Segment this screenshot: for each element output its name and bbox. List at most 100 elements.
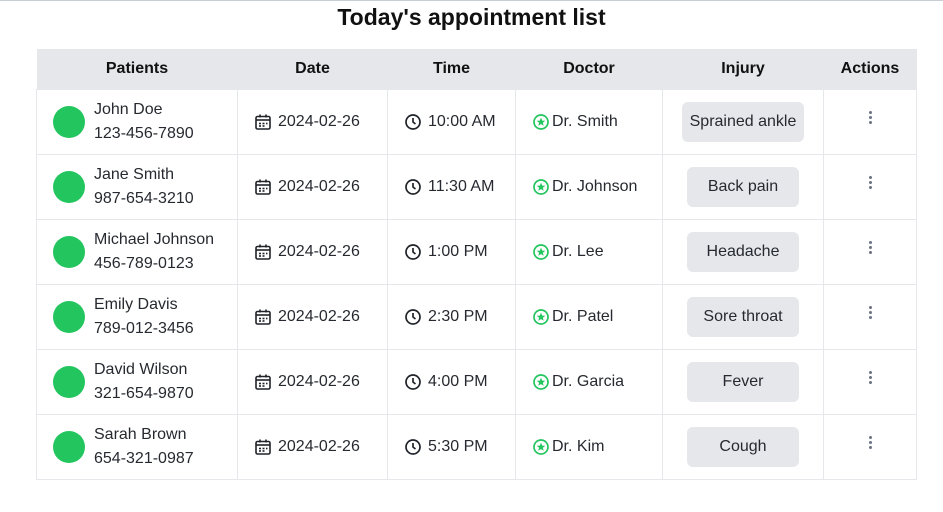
calendar-icon — [254, 243, 272, 261]
time-cell: 2:30 PM — [387, 284, 516, 350]
appointment-date: 2024-02-26 — [278, 438, 360, 455]
clock-icon — [404, 113, 422, 131]
doctor-badge-icon — [532, 243, 550, 261]
doctor-badge-icon — [532, 308, 550, 326]
patient-name: Emily Davis — [94, 296, 178, 313]
avatar — [53, 171, 85, 203]
avatar — [53, 366, 85, 398]
patient-phone: 123-456-7890 — [94, 125, 194, 142]
injury-cell: Cough — [662, 414, 824, 480]
time-cell: 5:30 PM — [387, 414, 516, 480]
injury-cell: Sore throat — [662, 284, 824, 350]
table-row[interactable]: John Doe 123-456-7890 2024-02-26 10:00 A… — [36, 89, 917, 155]
actions-cell — [823, 414, 917, 480]
calendar-icon — [254, 113, 272, 131]
patient-phone: 456-789-0123 — [94, 255, 194, 272]
appointment-time: 5:30 PM — [428, 438, 488, 455]
patient-cell: David Wilson 321-654-9870 — [36, 349, 238, 415]
more-vertical-icon[interactable] — [862, 171, 878, 195]
patient-name: David Wilson — [94, 361, 188, 378]
clock-icon — [404, 308, 422, 326]
doctor-name: Dr. Lee — [552, 243, 604, 260]
injury-cell: Sprained ankle — [662, 89, 824, 155]
column-header-injury: Injury — [662, 49, 824, 90]
appointment-date: 2024-02-26 — [278, 308, 360, 325]
column-header-doctor: Doctor — [515, 49, 663, 90]
doctor-badge-icon — [532, 178, 550, 196]
doctor-name: Dr. Johnson — [552, 178, 638, 195]
appointment-date: 2024-02-26 — [278, 178, 360, 195]
patient-name: John Doe — [94, 101, 163, 118]
calendar-icon — [254, 178, 272, 196]
table-row[interactable]: Sarah Brown 654-321-0987 2024-02-26 5:30… — [36, 414, 917, 480]
appointment-time: 10:00 AM — [428, 113, 496, 130]
clock-icon — [404, 373, 422, 391]
table-header-row: Patients Date Time Doctor Injury Actions — [36, 49, 917, 90]
column-header-time: Time — [387, 49, 516, 90]
time-cell: 1:00 PM — [387, 219, 516, 285]
doctor-cell: Dr. Lee — [515, 219, 663, 285]
doctor-cell: Dr. Kim — [515, 414, 663, 480]
doctor-badge-icon — [532, 113, 550, 131]
actions-cell — [823, 349, 917, 415]
doctor-cell: Dr. Smith — [515, 89, 663, 155]
doctor-name: Dr. Smith — [552, 113, 618, 130]
more-vertical-icon[interactable] — [862, 301, 878, 325]
more-vertical-icon[interactable] — [862, 431, 878, 455]
date-cell: 2024-02-26 — [237, 284, 388, 350]
patient-cell: Jane Smith 987-654-3210 — [36, 154, 238, 220]
table-row[interactable]: Emily Davis 789-012-3456 2024-02-26 2:30… — [36, 284, 917, 350]
date-cell: 2024-02-26 — [237, 154, 388, 220]
appointment-time: 2:30 PM — [428, 308, 488, 325]
time-cell: 11:30 AM — [387, 154, 516, 220]
avatar — [53, 236, 85, 268]
column-header-date: Date — [237, 49, 388, 90]
patient-cell: John Doe 123-456-7890 — [36, 89, 238, 155]
appointment-time: 1:00 PM — [428, 243, 488, 260]
column-header-actions: Actions — [823, 49, 917, 90]
calendar-icon — [254, 308, 272, 326]
actions-cell — [823, 284, 917, 350]
doctor-cell: Dr. Johnson — [515, 154, 663, 220]
table-row[interactable]: Michael Johnson 456-789-0123 2024-02-26 … — [36, 219, 917, 285]
injury-badge: Cough — [687, 427, 799, 467]
more-vertical-icon[interactable] — [862, 366, 878, 390]
patient-cell: Sarah Brown 654-321-0987 — [36, 414, 238, 480]
clock-icon — [404, 243, 422, 261]
patient-name: Sarah Brown — [94, 426, 187, 443]
doctor-cell: Dr. Patel — [515, 284, 663, 350]
injury-cell: Fever — [662, 349, 824, 415]
appointments-table: Patients Date Time Doctor Injury Actions… — [36, 49, 917, 480]
injury-badge: Headache — [687, 232, 799, 272]
avatar — [53, 301, 85, 333]
actions-cell — [823, 219, 917, 285]
clock-icon — [404, 438, 422, 456]
patient-name: Michael Johnson — [94, 231, 215, 248]
appointment-time: 4:00 PM — [428, 373, 488, 390]
time-cell: 4:00 PM — [387, 349, 516, 415]
injury-badge: Fever — [687, 362, 799, 402]
page-title: Today's appointment list — [337, 4, 606, 30]
patient-phone: 654-321-0987 — [94, 450, 194, 467]
injury-cell: Headache — [662, 219, 824, 285]
more-vertical-icon[interactable] — [862, 236, 878, 260]
calendar-icon — [254, 438, 272, 456]
injury-badge: Sore throat — [687, 297, 799, 337]
doctor-badge-icon — [532, 438, 550, 456]
column-header-patients: Patients — [36, 49, 238, 90]
appointment-date: 2024-02-26 — [278, 373, 360, 390]
table-row[interactable]: Jane Smith 987-654-3210 2024-02-26 11:30… — [36, 154, 917, 220]
doctor-cell: Dr. Garcia — [515, 349, 663, 415]
more-vertical-icon[interactable] — [862, 106, 878, 130]
date-cell: 2024-02-26 — [237, 219, 388, 285]
appointment-date: 2024-02-26 — [278, 243, 360, 260]
injury-badge: Back pain — [687, 167, 799, 207]
date-cell: 2024-02-26 — [237, 89, 388, 155]
table-row[interactable]: David Wilson 321-654-9870 2024-02-26 4:0… — [36, 349, 917, 415]
patient-phone: 789-012-3456 — [94, 320, 194, 337]
patient-phone: 321-654-9870 — [94, 385, 194, 402]
avatar — [53, 431, 85, 463]
doctor-name: Dr. Kim — [552, 438, 605, 455]
calendar-icon — [254, 373, 272, 391]
patient-phone: 987-654-3210 — [94, 190, 194, 207]
